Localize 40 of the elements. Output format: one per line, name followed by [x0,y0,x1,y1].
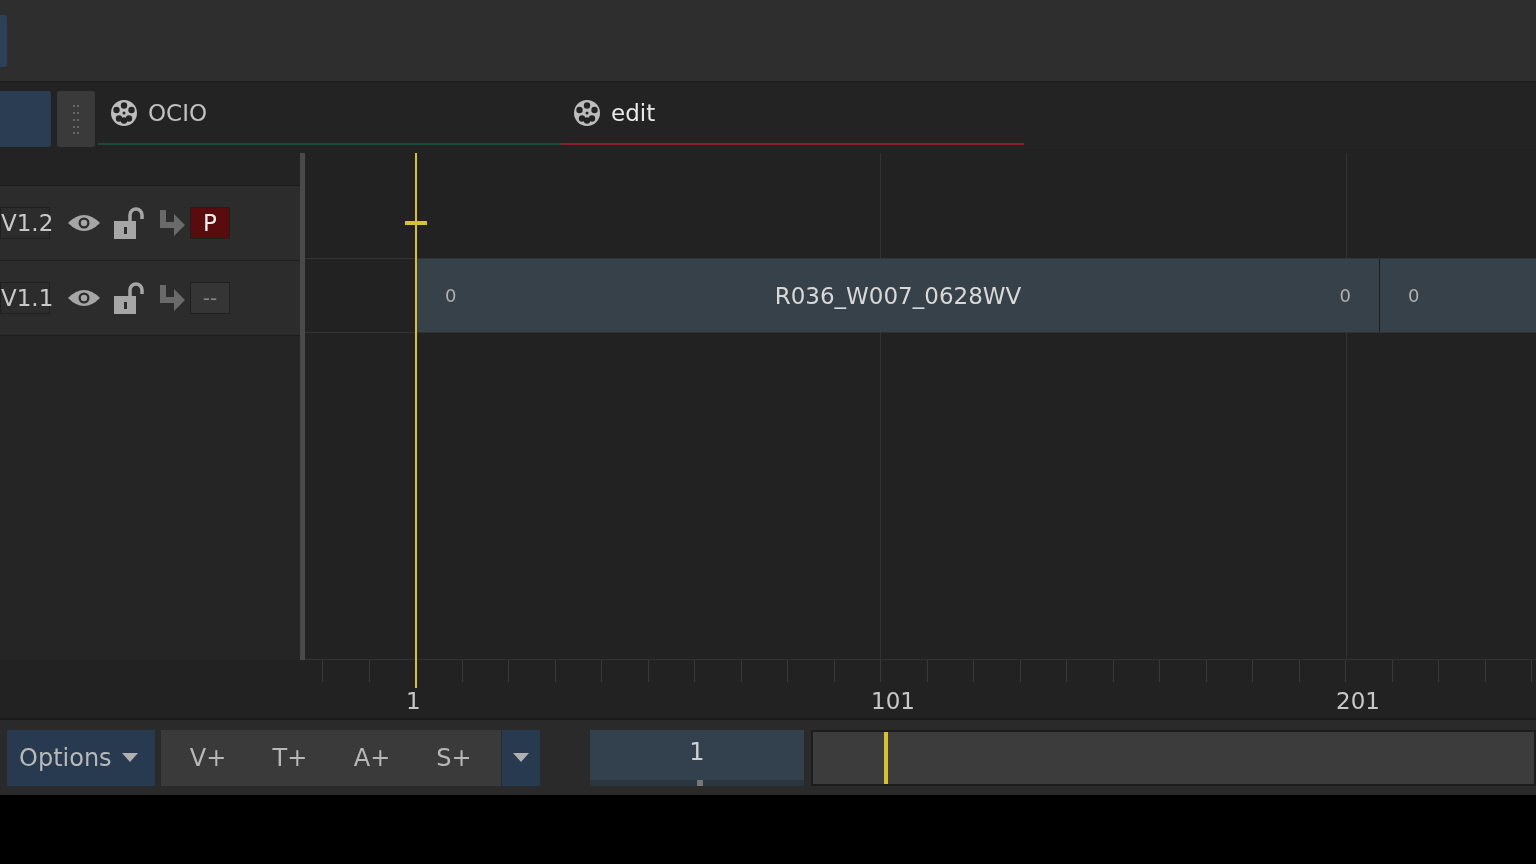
frame-slider-thumb[interactable] [697,779,703,786]
clip[interactable]: 0 [1379,259,1536,332]
patch-button[interactable]: P [190,207,230,239]
add-track-button[interactable]: V+ [167,729,249,786]
frame-field[interactable]: 1 [590,729,804,786]
tab[interactable]: OCIO [98,82,561,145]
add-track-button[interactable]: A+ [331,729,413,786]
eye-icon[interactable] [67,288,101,308]
tab-label: OCIO [148,99,208,126]
film-reel-icon [573,98,601,127]
playhead-marker [405,221,427,225]
dropdown-button[interactable] [502,729,540,786]
drag-handle[interactable] [57,91,95,147]
track-name: V1.2 [0,207,50,239]
eye-icon[interactable] [67,213,101,233]
caret-icon [513,753,529,762]
film-reel-icon [110,98,138,127]
arrow-icon[interactable] [158,210,186,236]
padlock-icon[interactable] [114,282,144,314]
tab-label: edit [611,99,656,126]
frame-label: 201 [1336,688,1380,714]
options-dropdown[interactable]: Options [7,729,155,786]
arrow-icon[interactable] [158,285,186,311]
add-track-button[interactable]: T+ [249,729,331,786]
tab[interactable]: edit [561,82,1024,145]
clip[interactable]: 0 R036_W007_0628WV 0 [416,259,1379,332]
scrubber-track[interactable] [811,729,1536,786]
track-name: V1.1 [0,282,50,314]
frame-label: 1 [406,688,421,714]
grip-dots-icon [73,104,79,134]
clip-title: R036_W007_0628WV [774,282,1022,309]
add-track-button[interactable]: S+ [413,729,495,786]
patch-button[interactable]: -- [190,282,230,314]
frame-label: 101 [871,688,915,714]
padlock-icon[interactable] [114,207,144,239]
frame-number: 0 [445,285,457,306]
caret-icon [121,753,138,762]
frame-number: 0 [1339,285,1351,306]
scrubber-marker[interactable] [883,731,888,784]
frame-number: 0 [1408,285,1420,306]
